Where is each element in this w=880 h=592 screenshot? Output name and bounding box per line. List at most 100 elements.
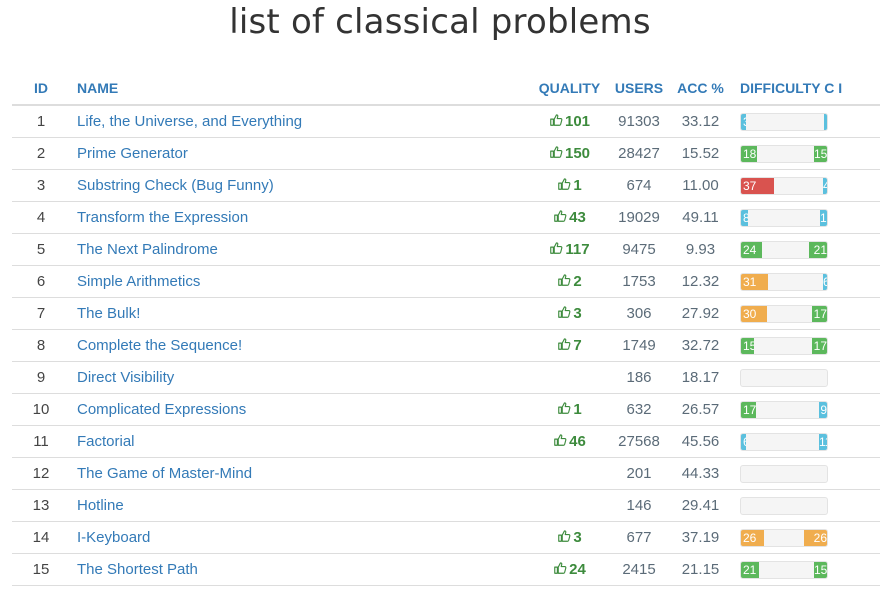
problem-id: 10	[12, 393, 70, 426]
users-count[interactable]: 9475	[608, 233, 670, 266]
difficulty-implementation-segment: 17	[812, 337, 827, 354]
quality-value: 2	[573, 273, 582, 290]
problem-link[interactable]: Prime Generator	[77, 145, 188, 162]
difficulty-bar: 8 10	[740, 208, 828, 227]
difficulty-bar	[740, 464, 828, 483]
users-count[interactable]: 1753	[608, 265, 670, 298]
difficulty-bar: 37 4	[740, 176, 828, 195]
quality-score: 150	[549, 145, 590, 162]
quality-value: 43	[569, 209, 586, 226]
problem-link[interactable]: The Next Palindrome	[77, 241, 218, 258]
users-count[interactable]: 1749	[608, 329, 670, 362]
users-count[interactable]: 28427	[608, 137, 670, 170]
problem-name-cell: The Bulk!	[70, 297, 531, 330]
quality-cell	[531, 489, 608, 522]
quality-score: 1	[557, 177, 582, 194]
quality-cell	[531, 457, 608, 490]
thumbs-up-icon	[557, 273, 571, 287]
problem-name-cell: I-Keyboard	[70, 521, 531, 554]
problem-link[interactable]: Complicated Expressions	[77, 401, 246, 418]
quality-cell: 1	[531, 169, 608, 202]
problem-link[interactable]: The Shortest Path	[77, 561, 198, 578]
quality-cell	[531, 361, 608, 394]
problem-link[interactable]: Transform the Expression	[77, 209, 248, 226]
difficulty-implementation-segment: 6	[823, 273, 827, 290]
quality-cell: 24	[531, 553, 608, 586]
quality-cell: 46	[531, 425, 608, 458]
difficulty-concept-segment: 8	[741, 209, 748, 226]
difficulty-cell: 21 15	[731, 553, 880, 586]
difficulty-cell: 30 17	[731, 297, 880, 330]
column-header-users[interactable]: USERS	[608, 72, 670, 106]
thumbs-up-icon	[549, 145, 563, 159]
difficulty-cell	[731, 489, 880, 522]
problem-id: 5	[12, 233, 70, 266]
thumbs-up-icon	[557, 177, 571, 191]
difficulty-implementation-segment: 21	[809, 241, 827, 258]
problem-name-cell: The Shortest Path	[70, 553, 531, 586]
problem-link[interactable]: The Game of Master-Mind	[77, 465, 252, 482]
quality-value: 46	[569, 433, 586, 450]
thumbs-up-icon	[549, 241, 563, 255]
page-title: list of classical problems	[229, 2, 651, 42]
quality-score: 46	[553, 433, 586, 450]
difficulty-bar: 24 21	[740, 240, 828, 259]
difficulty-bar: 21 15	[740, 560, 828, 579]
problem-link[interactable]: Simple Arithmetics	[77, 273, 200, 290]
problem-name-cell: Simple Arithmetics	[70, 265, 531, 298]
problem-id: 14	[12, 521, 70, 554]
thumbs-up-icon	[553, 433, 567, 447]
problem-name-cell: The Game of Master-Mind	[70, 457, 531, 490]
quality-score: 7	[557, 337, 582, 354]
table-row: 8Complete the Sequence!7174932.721517	[12, 329, 880, 362]
users-count[interactable]: 27568	[608, 425, 670, 458]
column-header-acc[interactable]: ACC %	[670, 72, 731, 106]
problem-link[interactable]: I-Keyboard	[77, 529, 150, 546]
difficulty-bar: 1517	[740, 336, 828, 355]
problem-id: 13	[12, 489, 70, 522]
difficulty-bar: 26 26	[740, 528, 828, 547]
quality-value: 1	[573, 401, 582, 418]
difficulty-implementation-segment: 10	[820, 209, 827, 226]
users-count[interactable]: 146	[608, 489, 670, 522]
quality-score: 117	[549, 241, 590, 258]
column-header-difficulty[interactable]: DIFFICULTY C I	[731, 72, 880, 106]
users-count[interactable]: 674	[608, 169, 670, 202]
quality-score: 3	[557, 529, 582, 546]
problem-link[interactable]: Factorial	[77, 433, 135, 450]
quality-score: 24	[553, 561, 586, 578]
column-header-quality[interactable]: QUALITY	[531, 72, 608, 106]
quality-cell: 117	[531, 233, 608, 266]
difficulty-implementation-segment: 9	[819, 401, 827, 418]
quality-value: 3	[573, 529, 582, 546]
accuracy-percent: 26.57	[670, 393, 731, 426]
users-count[interactable]: 632	[608, 393, 670, 426]
table-row: 9 Direct Visibility 186 18.17	[12, 361, 880, 394]
problem-link[interactable]: Life, the Universe, and Everything	[77, 113, 302, 130]
difficulty-concept-segment: 37	[741, 177, 774, 194]
problem-link[interactable]: Hotline	[77, 497, 124, 514]
users-count[interactable]: 201	[608, 457, 670, 490]
column-header-id[interactable]: ID	[12, 72, 70, 106]
users-count[interactable]: 186	[608, 361, 670, 394]
difficulty-concept-segment: 30	[741, 305, 767, 322]
quality-value: 24	[569, 561, 586, 578]
difficulty-cell: 8 10	[731, 201, 880, 234]
users-count[interactable]: 19029	[608, 201, 670, 234]
column-header-name[interactable]: NAME	[70, 72, 531, 106]
problem-link[interactable]: Direct Visibility	[77, 369, 174, 386]
users-count[interactable]: 2415	[608, 553, 670, 586]
problems-table: ID NAME QUALITY USERS ACC % DIFFICULTY C…	[12, 72, 880, 586]
table-header-row: ID NAME QUALITY USERS ACC % DIFFICULTY C…	[12, 72, 880, 106]
quality-value: 150	[564, 145, 591, 162]
table-row: 12 The Game of Master-Mind 201 44.33	[12, 457, 880, 490]
problem-link[interactable]: The Bulk!	[77, 305, 140, 322]
difficulty-concept-segment: 18	[741, 145, 757, 162]
users-count[interactable]: 91303	[608, 105, 670, 138]
quality-cell: 2	[531, 265, 608, 298]
users-count[interactable]: 306	[608, 297, 670, 330]
problem-link[interactable]: Substring Check (Bug Funny)	[77, 177, 274, 194]
users-count[interactable]: 677	[608, 521, 670, 554]
problem-link[interactable]: Complete the Sequence!	[77, 337, 242, 354]
difficulty-concept-segment: 26	[741, 529, 764, 546]
